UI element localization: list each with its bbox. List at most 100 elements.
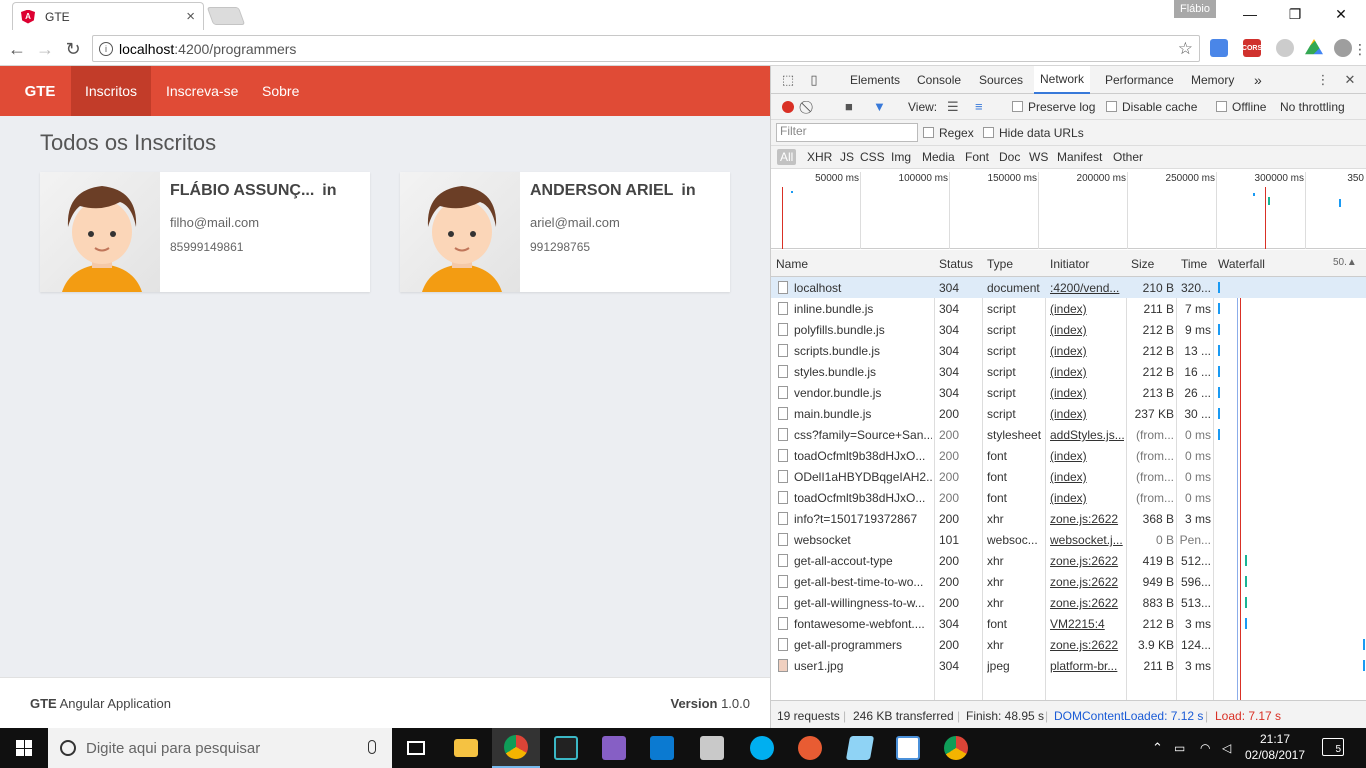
tab-network[interactable]: Network xyxy=(1034,66,1091,94)
devtools-menu-icon[interactable]: ⋮ xyxy=(1312,66,1334,94)
cell-initiator[interactable]: websocket.j... xyxy=(1050,533,1124,547)
linkedin-icon[interactable]: in xyxy=(681,182,695,199)
cell-initiator[interactable]: :4200/vend... xyxy=(1050,281,1124,295)
tab-sources[interactable]: Sources xyxy=(979,66,1023,94)
wifi-icon[interactable]: ◠ xyxy=(1200,728,1210,768)
volume-icon[interactable]: ◁ xyxy=(1222,728,1231,768)
type-filter-ws[interactable]: WS xyxy=(1029,150,1048,164)
restore-button[interactable]: ❐ xyxy=(1283,4,1307,24)
cell-initiator[interactable]: VM2215:4 xyxy=(1050,617,1124,631)
chrome-icon-2[interactable] xyxy=(932,728,980,768)
table-row[interactable]: get-all-programmers 200 xhr zone.js:2622 3.9… xyxy=(771,634,1366,655)
notification-icon[interactable]: 5 xyxy=(1322,738,1344,756)
cell-initiator[interactable]: (index) xyxy=(1050,470,1124,484)
network-overview[interactable]: 50000 ms 100000 ms 150000 ms 200000 ms 2… xyxy=(771,169,1366,249)
battery-icon[interactable]: ▭ xyxy=(1174,728,1185,768)
visual-studio-icon[interactable] xyxy=(590,728,638,768)
minimize-button[interactable]: — xyxy=(1238,4,1262,24)
window-app-icon[interactable] xyxy=(884,728,932,768)
tab-performance[interactable]: Performance xyxy=(1105,66,1174,94)
bookmark-star-icon[interactable]: ☆ xyxy=(1178,39,1193,59)
tab-elements[interactable]: Elements xyxy=(850,66,900,94)
browser-tab[interactable]: A GTE × xyxy=(12,2,204,30)
microphone-icon[interactable] xyxy=(368,740,376,754)
column-header[interactable]: Type xyxy=(987,257,1013,271)
table-row[interactable]: toadOcfmlt9b38dHJxO... 200 font (index) (fro… xyxy=(771,445,1366,466)
record-icon[interactable] xyxy=(782,101,794,113)
filter-icon[interactable]: ▼ xyxy=(873,99,886,114)
git-icon[interactable] xyxy=(786,728,834,768)
nav-sobre[interactable]: Sobre xyxy=(247,66,314,116)
task-view-button[interactable] xyxy=(392,728,440,768)
table-row[interactable]: main.bundle.js 200 script (index) 237 KB 30 .… xyxy=(771,403,1366,424)
cell-initiator[interactable]: (index) xyxy=(1050,449,1124,463)
nav-inscritos[interactable]: Inscritos xyxy=(71,66,151,116)
column-header[interactable]: Status xyxy=(939,257,973,271)
table-row[interactable]: ODelI1aHBYDBqgeIAH2... 200 font (index) (fro… xyxy=(771,466,1366,487)
preserve-log-checkbox[interactable]: Preserve log xyxy=(1012,100,1095,114)
overview-icon[interactable]: ≡ xyxy=(975,99,983,114)
tray-chevron-icon[interactable]: ⌃ xyxy=(1152,728,1163,768)
column-header[interactable]: Waterfall xyxy=(1218,257,1265,271)
table-row[interactable]: vendor.bundle.js 304 script (index) 213 B 26 … xyxy=(771,382,1366,403)
offline-checkbox[interactable]: Offline xyxy=(1216,100,1266,114)
taskbar-clock[interactable]: 21:17 02/08/2017 xyxy=(1240,731,1310,763)
throttling-select[interactable]: No throttling xyxy=(1280,100,1345,114)
column-header[interactable]: Size xyxy=(1131,257,1154,271)
regex-checkbox[interactable]: Regex xyxy=(923,126,974,140)
windows-start-button[interactable] xyxy=(0,728,48,768)
screenshot-icon[interactable]: ■ xyxy=(845,99,853,114)
info-icon[interactable]: i xyxy=(99,41,113,56)
skype-icon[interactable] xyxy=(738,728,786,768)
table-row[interactable]: get-all-accout-type 200 xhr zone.js:2622 419… xyxy=(771,550,1366,571)
devtools-close-icon[interactable]: ✕ xyxy=(1339,66,1361,94)
cell-initiator[interactable]: (index) xyxy=(1050,344,1124,358)
table-row[interactable]: get-all-willingness-to-w... 200 xhr zone.js… xyxy=(771,592,1366,613)
column-header[interactable]: Time xyxy=(1181,257,1207,271)
tools-icon[interactable] xyxy=(688,728,736,768)
waterfall-sort-icon[interactable]: 50.▲ xyxy=(1333,257,1357,268)
type-filter-font[interactable]: Font xyxy=(965,150,989,164)
tab-close-icon[interactable]: × xyxy=(186,8,195,25)
code-editor-icon[interactable] xyxy=(542,728,590,768)
type-filter-css[interactable]: CSS xyxy=(860,150,885,164)
type-filter-doc[interactable]: Doc xyxy=(999,150,1020,164)
table-row[interactable]: css?family=Source+San... 200 stylesheet add… xyxy=(771,424,1366,445)
table-row[interactable]: inline.bundle.js 304 script (index) 211 B 7 m… xyxy=(771,298,1366,319)
account-avatar-icon[interactable] xyxy=(1334,39,1352,57)
table-row[interactable]: styles.bundle.js 304 script (index) 212 B 16 … xyxy=(771,361,1366,382)
device-toolbar-icon[interactable]: ▯ xyxy=(803,66,825,94)
google-drive-icon[interactable] xyxy=(1305,39,1323,55)
type-filter-manifest[interactable]: Manifest xyxy=(1057,150,1102,164)
profile-button[interactable]: Flábio xyxy=(1174,0,1216,18)
column-header[interactable]: Initiator xyxy=(1050,257,1089,271)
extension-icon[interactable] xyxy=(1276,39,1294,57)
column-header[interactable]: Name xyxy=(776,257,808,271)
tab-console[interactable]: Console xyxy=(917,66,961,94)
cell-initiator[interactable]: (index) xyxy=(1050,386,1124,400)
cell-initiator[interactable]: (index) xyxy=(1050,323,1124,337)
translate-extension-icon[interactable] xyxy=(1210,39,1228,57)
taskbar-search[interactable]: Digite aqui para pesquisar xyxy=(48,728,392,768)
type-filter-all[interactable]: All xyxy=(777,149,797,165)
address-bar[interactable]: i localhost:4200/programmers ☆ xyxy=(92,35,1200,62)
cors-extension-icon[interactable]: CORS xyxy=(1242,39,1262,57)
chrome-menu-icon[interactable]: ⋮ xyxy=(1353,38,1366,60)
table-row[interactable]: websocket 101 websoc... websocket.j... 0 B Pe… xyxy=(771,529,1366,550)
cell-initiator[interactable]: (index) xyxy=(1050,365,1124,379)
reload-button[interactable]: ↻ xyxy=(62,38,84,60)
filter-input[interactable]: Filter xyxy=(776,123,918,142)
file-explorer-icon[interactable] xyxy=(442,728,490,768)
notes-icon[interactable] xyxy=(836,728,884,768)
tab-memory[interactable]: Memory xyxy=(1191,66,1234,94)
inspect-element-icon[interactable]: ⬚ xyxy=(777,66,799,94)
more-tabs-icon[interactable]: » xyxy=(1254,66,1262,94)
type-filter-img[interactable]: Img xyxy=(891,150,911,164)
cell-initiator[interactable]: addStyles.js... xyxy=(1050,428,1124,442)
cell-initiator[interactable]: platform-br... xyxy=(1050,659,1124,673)
type-filter-other[interactable]: Other xyxy=(1113,150,1143,164)
table-row[interactable]: user1.jpg 304 jpeg platform-br... 211 B 3 ms xyxy=(771,655,1366,676)
table-row[interactable]: info?t=1501719372867 200 xhr zone.js:2622 36… xyxy=(771,508,1366,529)
cell-initiator[interactable]: zone.js:2622 xyxy=(1050,554,1124,568)
cell-initiator[interactable]: (index) xyxy=(1050,302,1124,316)
